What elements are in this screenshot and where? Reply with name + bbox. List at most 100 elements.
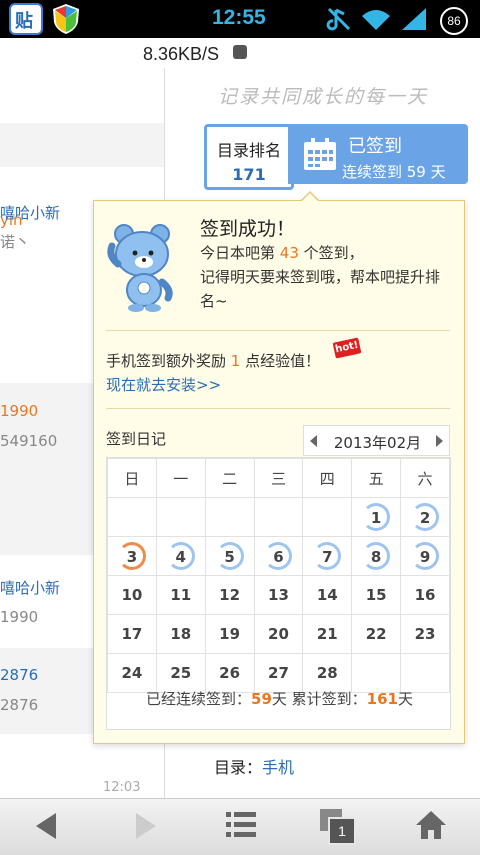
month-selector: 2013年02月 (303, 425, 450, 456)
slogan: 记录共同成长的每一天 (218, 86, 429, 108)
calendar-summary: 已经连续签到：59天 累计签到：161天 (107, 688, 452, 709)
rank-label: 目录排名 (216, 141, 281, 160)
mobile-bonus-text: 手机签到额外奖励 1 点经验值！ (106, 350, 320, 371)
list-item-author[interactable]: 嘻哈小新 (0, 577, 60, 598)
next-month-icon[interactable] (436, 435, 443, 447)
tieba-app-icon-label: 贴 (15, 11, 33, 32)
wifi-icon (362, 10, 390, 30)
popup-rank-line: 今日本吧第 43 个签到， (200, 242, 364, 263)
today-rank: 43 (279, 244, 299, 262)
calendar-day: 15 (351, 575, 402, 615)
windows-icon[interactable]: 1 (320, 809, 356, 845)
calendar-day: 27 (253, 653, 304, 693)
popup-text: 个签到， (298, 244, 364, 262)
calendar-day: 21 (302, 614, 353, 654)
menu-icon[interactable] (224, 809, 258, 841)
signed-day: 2 (411, 503, 440, 531)
popup-divider (106, 408, 450, 409)
summary-text: 天 累计签到： (271, 690, 367, 708)
signed-day: 9 (411, 542, 440, 570)
list-item-author[interactable]: 1990 (0, 402, 38, 420)
calendar-day: 28 (302, 653, 353, 693)
calendar-week: 17 18 19 20 21 22 23 (107, 614, 450, 654)
summary-text: 已经连续签到： (146, 690, 252, 708)
calendar-week: 10 11 12 13 14 15 16 (107, 575, 450, 615)
calendar-day: 16 (400, 575, 450, 615)
calendar-day (302, 497, 353, 537)
popup-text: 点经验值！ (240, 352, 321, 370)
calendar-day (204, 497, 255, 537)
weekday-label: 二 (204, 458, 255, 498)
calendar-day (155, 497, 206, 537)
install-link[interactable]: 现在就去安装>> (106, 374, 221, 395)
weekday-label: 六 (400, 458, 450, 498)
calendar-day: 10 (107, 575, 157, 615)
browser-toolbar: 1 (0, 798, 480, 855)
signed-streak: 连续签到 59 天 (342, 163, 446, 181)
battery-icon: 86 (440, 7, 468, 35)
calendar-day: 4 (155, 536, 206, 576)
signed-day: 5 (215, 542, 244, 570)
total-days: 161 (366, 690, 398, 708)
bear-mascot (107, 224, 173, 312)
calendar-day: 13 (253, 575, 304, 615)
calendar-day: 9 (400, 536, 450, 576)
weekday-label: 日 (107, 458, 157, 498)
popup-title: 签到成功！ (200, 218, 296, 240)
calendar-day (351, 653, 402, 693)
calendar-day: 23 (400, 614, 450, 654)
signed-day: 6 (264, 542, 293, 570)
calendar-week: 24 25 26 27 28 (107, 653, 450, 693)
sign-in-calendar: 日一二三四五六 1 2 3 4 5 6 7 8 9 10 11 12 13 14 15 16 17 18 19 20 21… (106, 457, 451, 730)
calendar-day: 6 (253, 536, 304, 576)
weekday-label: 五 (351, 458, 402, 498)
home-icon[interactable] (414, 809, 448, 841)
calendar-day: 2 (400, 497, 450, 537)
list-item[interactable] (0, 123, 164, 167)
calendar-day: 8 (351, 536, 402, 576)
popup-reminder: 记得明天要来签到哦，帮本吧提升排 (200, 268, 441, 286)
tieba-app-icon: 贴 (9, 3, 43, 35)
list-item-author[interactable]: 嘻哈小新 (0, 202, 60, 223)
popup-pointer-fill (301, 193, 319, 202)
rank-box: 目录排名 171 (204, 124, 294, 190)
signed-day: 8 (362, 542, 391, 570)
signed-button[interactable]: 已签到 连续签到 59 天 (288, 124, 468, 184)
calendar-week: 12 (107, 497, 450, 537)
rss-icon (233, 45, 247, 59)
calendar-day: 26 (204, 653, 255, 693)
download-speed: 8.36KB/S (143, 44, 220, 64)
shield-icon (53, 4, 79, 34)
signed-title: 已签到 (348, 136, 402, 157)
popup-text: 今日本吧第 (200, 244, 280, 262)
back-icon[interactable] (32, 811, 60, 841)
weekday-label: 三 (253, 458, 304, 498)
summary-text: 天 (397, 690, 413, 708)
popup-reminder-cont: 名~ (200, 292, 228, 310)
calendar-day (400, 653, 450, 693)
list-item-meta: 2876 (0, 696, 39, 714)
calendar-grid: 日一二三四五六 1 2 3 4 5 6 7 8 9 10 11 12 13 14 15 16 17 18 19 20 21… (107, 458, 450, 693)
weekday-label: 四 (302, 458, 353, 498)
list-item-author[interactable]: 2876 (0, 666, 38, 684)
calendar-day: 7 (302, 536, 353, 576)
signed-day: 4 (166, 542, 195, 570)
calendar-day: 14 (302, 575, 353, 615)
category-line: 目录：手机 (214, 754, 294, 778)
popup-divider (106, 330, 450, 331)
list-item-meta: 1990 (0, 608, 39, 626)
calendar-day: 1 (351, 497, 402, 537)
rank-value: 171 (232, 165, 266, 184)
list-item-time: 12:03 (103, 780, 141, 795)
calendar-day: 5 (204, 536, 255, 576)
forward-icon[interactable] (132, 811, 160, 841)
today-signed-day: 3 (117, 542, 146, 570)
calendar-day: 25 (155, 653, 206, 693)
bonus-points: 1 (230, 352, 241, 370)
calendar-icon (304, 138, 336, 170)
calendar-day: 19 (204, 614, 255, 654)
weekday-label: 一 (155, 458, 206, 498)
category-link[interactable]: 手机 (262, 758, 294, 777)
calendar-day: 3 (107, 536, 157, 576)
signed-day: 7 (313, 542, 342, 570)
